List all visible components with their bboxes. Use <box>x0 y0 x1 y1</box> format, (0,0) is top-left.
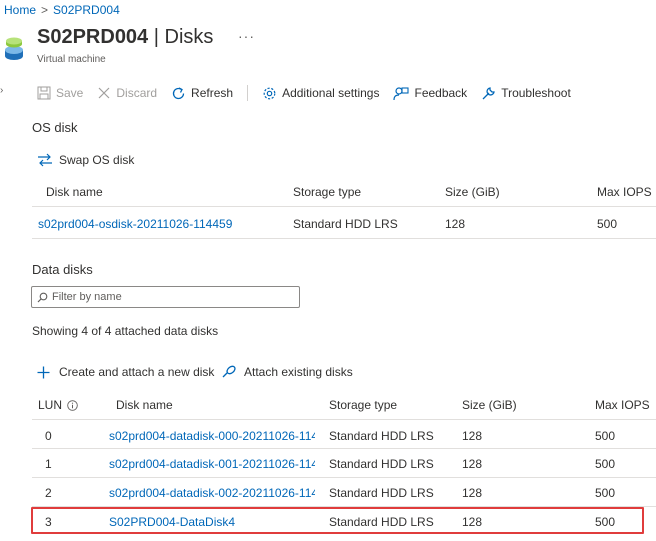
title-divider: | <box>148 26 165 48</box>
create-attach-disk-label: Create and attach a new disk <box>59 365 215 379</box>
additional-settings-label: Additional settings <box>282 86 380 100</box>
table-row-storage: Standard HDD LRS <box>329 457 434 471</box>
plus-icon <box>37 366 50 378</box>
toolbar-divider <box>247 85 249 101</box>
table-row-storage: Standard HDD LRS <box>329 429 434 443</box>
swap-os-disk-label: Swap OS disk <box>59 153 135 167</box>
table-row-lun: 2 <box>45 486 52 500</box>
row-divider <box>32 477 656 478</box>
col-disk-name: Disk name <box>116 398 173 412</box>
command-bar: Save Discard Refresh Additional settings… <box>37 83 585 103</box>
swap-os-disk-button[interactable]: Swap OS disk <box>37 153 134 167</box>
troubleshoot-label: Troubleshoot <box>501 86 571 100</box>
col-storage-type: Storage type <box>329 398 398 412</box>
wrench-icon <box>482 86 495 99</box>
refresh-label: Refresh <box>191 86 234 100</box>
table-row-size: 128 <box>462 486 483 500</box>
search-icon <box>37 292 48 303</box>
table-row-lun: 1 <box>45 457 52 471</box>
os-col-storage-type: Storage type <box>293 185 362 199</box>
os-row-divider <box>32 238 656 239</box>
data-disks-title: Data disks <box>32 262 93 277</box>
additional-settings-button[interactable]: Additional settings <box>262 86 379 101</box>
feedback-icon <box>393 86 410 100</box>
row-divider <box>32 448 656 449</box>
refresh-icon <box>172 86 185 99</box>
refresh-button[interactable]: Refresh <box>171 86 233 101</box>
table-row-lun: 0 <box>45 429 52 443</box>
gear-icon <box>263 87 276 99</box>
table-row-disk-link[interactable]: s02prd004-datadisk-001-20211026-114 <box>109 457 315 471</box>
os-disk-storage: Standard HDD LRS <box>293 217 398 231</box>
filter-input[interactable] <box>52 289 292 305</box>
data-header-divider <box>32 419 656 420</box>
table-row-iops: 500 <box>595 457 616 471</box>
table-row-iops: 500 <box>595 429 616 443</box>
feedback-button[interactable]: Feedback <box>393 86 467 101</box>
save-label: Save <box>56 86 84 100</box>
attach-existing-disks-button[interactable]: Attach existing disks <box>221 364 353 379</box>
col-size: Size (GiB) <box>462 398 517 412</box>
more-options-button[interactable]: ··· <box>238 28 255 44</box>
breadcrumb-separator: > <box>41 3 49 17</box>
filter-search-box[interactable] <box>31 286 300 308</box>
highlight-box <box>31 507 644 534</box>
col-max-iops: Max IOPS <box>595 398 650 412</box>
info-icon[interactable] <box>67 399 78 411</box>
page-title: S02PRD004 | Disks <box>37 26 213 49</box>
os-col-disk-name: Disk name <box>46 185 103 199</box>
breadcrumb-home[interactable]: Home <box>4 3 36 17</box>
swap-icon <box>38 153 52 167</box>
attach-existing-disks-label: Attach existing disks <box>244 364 353 379</box>
discard-label: Discard <box>116 86 158 100</box>
page-name: Disks <box>164 26 214 48</box>
troubleshoot-button[interactable]: Troubleshoot <box>481 86 571 101</box>
os-header-divider <box>32 206 656 207</box>
breadcrumb-current[interactable]: S02PRD004 <box>53 3 120 17</box>
table-row-disk-link[interactable]: s02prd004-datadisk-002-20211026-114 <box>109 486 315 500</box>
discard-icon <box>98 87 110 99</box>
attach-icon <box>222 365 236 378</box>
os-col-max-iops: Max IOPS <box>597 185 652 199</box>
resource-name: S02PRD004 <box>37 26 149 48</box>
create-attach-disk-button[interactable]: Create and attach a new disk <box>37 365 214 379</box>
col-lun-label: LUN <box>38 398 63 412</box>
table-row-storage: Standard HDD LRS <box>329 486 434 500</box>
os-disk-iops: 500 <box>597 217 618 231</box>
table-row-iops: 500 <box>595 486 616 500</box>
save-button[interactable]: Save <box>37 86 83 100</box>
vm-icon <box>5 37 23 60</box>
os-col-size: Size (GiB) <box>445 185 500 199</box>
feedback-label: Feedback <box>414 86 468 100</box>
collapse-chevron-icon[interactable]: › <box>0 85 3 96</box>
os-disk-size: 128 <box>445 217 466 231</box>
table-row-disk-link[interactable]: s02prd004-datadisk-000-20211026-114 <box>109 429 315 443</box>
os-disk-title: OS disk <box>32 120 78 135</box>
table-row-size: 128 <box>462 457 483 471</box>
table-row-size: 128 <box>462 429 483 443</box>
showing-count-text: Showing 4 of 4 attached data disks <box>32 324 219 338</box>
save-icon <box>37 86 51 100</box>
col-lun[interactable]: LUN <box>38 398 78 412</box>
os-disk-name-link[interactable]: s02prd004-osdisk-20211026-114459 <box>38 217 232 231</box>
breadcrumb: Home > S02PRD004 <box>4 3 120 17</box>
discard-button[interactable]: Discard <box>97 86 157 100</box>
page-subtitle: Virtual machine <box>37 54 106 65</box>
